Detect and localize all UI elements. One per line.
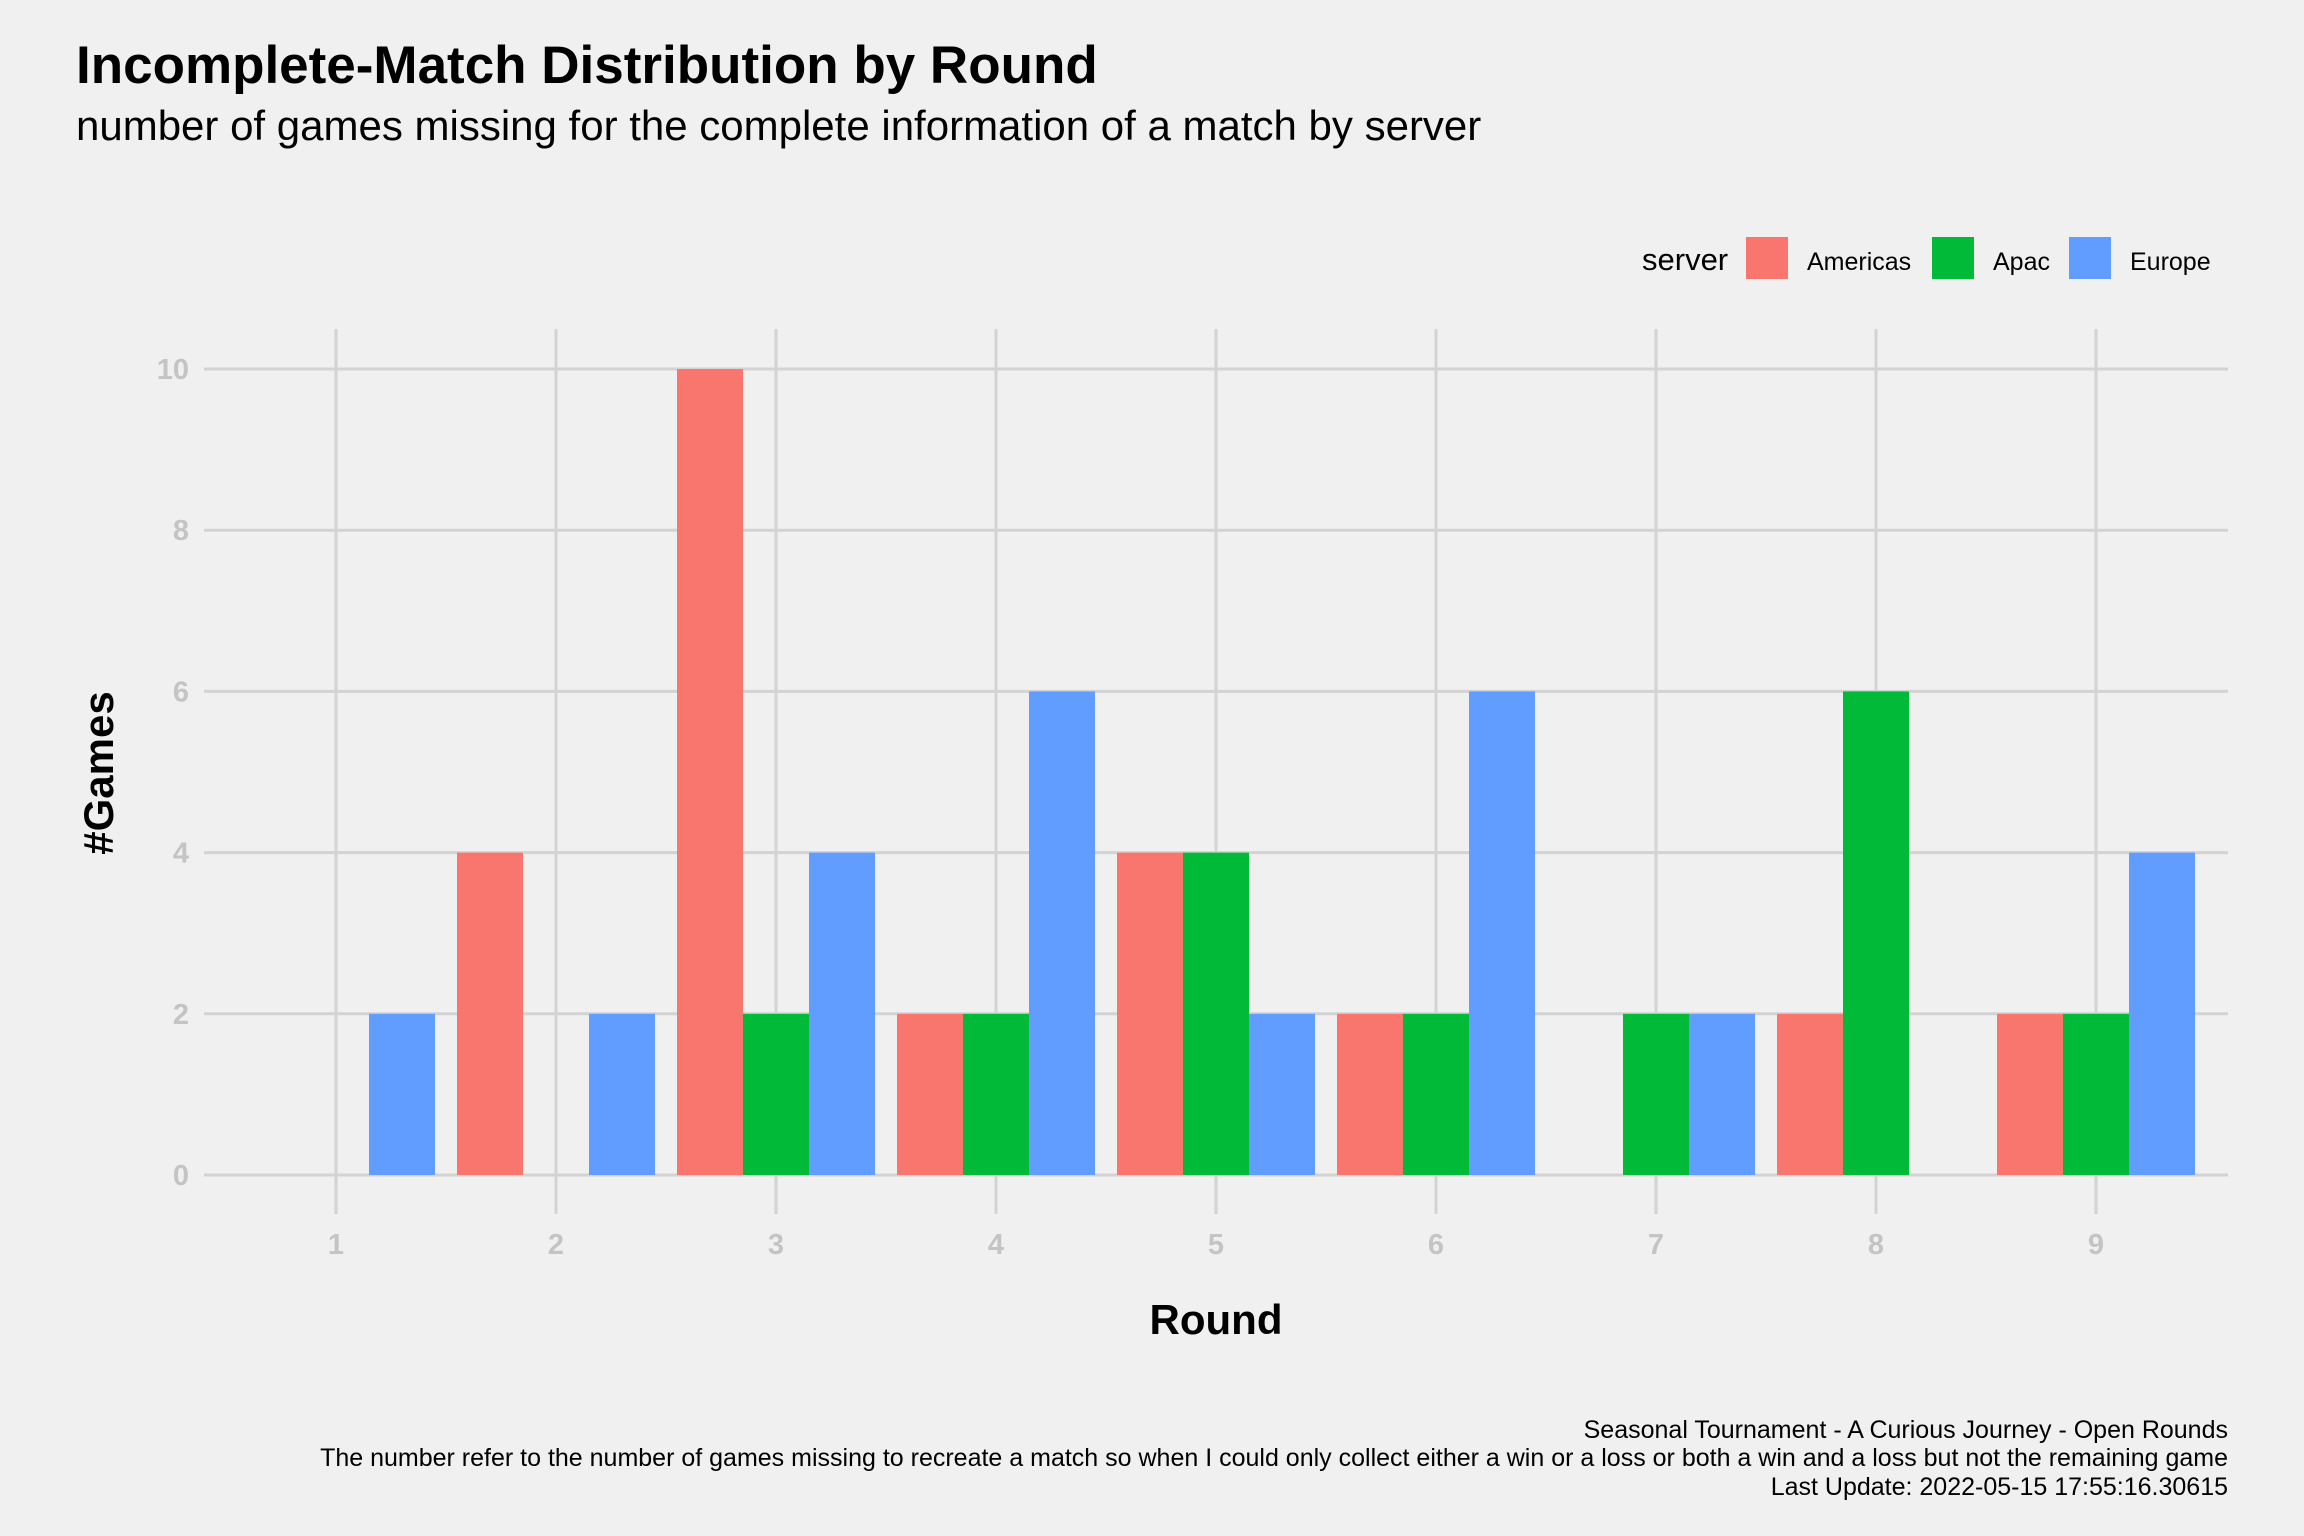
y-axis-title: #Games bbox=[75, 691, 122, 854]
chart-subtitle: number of games missing for the complete… bbox=[76, 102, 1481, 149]
y-tick-label: 0 bbox=[173, 1160, 189, 1192]
bar-chart: Incomplete-Match Distribution by Round n… bbox=[75, 36, 2228, 1501]
legend-swatch-europe bbox=[2069, 237, 2111, 279]
legend-label-europe: Europe bbox=[2130, 248, 2211, 276]
y-axis-ticks: 0 2 4 6 8 10 bbox=[157, 354, 189, 1192]
x-tick-label: 5 bbox=[1208, 1229, 1224, 1261]
x-tick-label: 4 bbox=[988, 1229, 1004, 1261]
bar-apac-round-8 bbox=[1843, 691, 1909, 1175]
caption-line-1: Seasonal Tournament - A Curious Journey … bbox=[1584, 1416, 2228, 1444]
x-tick-label: 1 bbox=[328, 1229, 344, 1261]
legend: server Americas Apac Europe bbox=[1642, 237, 2211, 279]
bar-americas-round-8 bbox=[1777, 1013, 1843, 1175]
x-tick-label: 9 bbox=[2088, 1229, 2104, 1261]
y-tick-label: 2 bbox=[173, 999, 189, 1031]
caption-line-2: The number refer to the number of games … bbox=[320, 1444, 2228, 1472]
x-tick-label: 3 bbox=[768, 1229, 784, 1261]
bar-americas-round-4 bbox=[897, 1013, 963, 1175]
bars bbox=[369, 369, 2195, 1175]
bar-apac-round-6 bbox=[1403, 1013, 1469, 1175]
caption-line-3: Last Update: 2022-05-15 17:55:16.30615 bbox=[1771, 1473, 2228, 1501]
x-axis-title: Round bbox=[1150, 1296, 1283, 1343]
bar-europe-round-6 bbox=[1469, 691, 1535, 1175]
legend-label-americas: Americas bbox=[1807, 248, 1911, 276]
y-tick-label: 10 bbox=[157, 354, 189, 386]
y-tick-label: 4 bbox=[173, 838, 189, 870]
x-tick-label: 6 bbox=[1428, 1229, 1444, 1261]
bar-europe-round-5 bbox=[1249, 1013, 1315, 1175]
bar-americas-round-9 bbox=[1997, 1013, 2063, 1175]
bar-apac-round-5 bbox=[1183, 852, 1249, 1175]
y-tick-label: 6 bbox=[173, 676, 189, 708]
caption: Seasonal Tournament - A Curious Journey … bbox=[320, 1416, 2228, 1501]
legend-title: server bbox=[1642, 242, 1728, 277]
bar-europe-round-9 bbox=[2129, 852, 2195, 1175]
bar-apac-round-7 bbox=[1623, 1013, 1689, 1175]
bar-europe-round-3 bbox=[809, 852, 875, 1175]
y-tick-label: 8 bbox=[173, 515, 189, 547]
bar-apac-round-3 bbox=[743, 1013, 809, 1175]
bar-americas-round-2 bbox=[457, 852, 523, 1175]
bar-europe-round-1 bbox=[369, 1013, 435, 1175]
x-tick-label: 7 bbox=[1648, 1229, 1664, 1261]
x-tick-label: 8 bbox=[1868, 1229, 1884, 1261]
bar-americas-round-5 bbox=[1117, 852, 1183, 1175]
legend-swatch-apac bbox=[1932, 237, 1974, 279]
x-tick-label: 2 bbox=[548, 1229, 564, 1261]
chart-title: Incomplete-Match Distribution by Round bbox=[76, 36, 1098, 95]
bar-europe-round-2 bbox=[589, 1013, 655, 1175]
legend-label-apac: Apac bbox=[1993, 248, 2050, 276]
bar-europe-round-4 bbox=[1029, 691, 1095, 1175]
bar-apac-round-9 bbox=[2063, 1013, 2129, 1175]
bar-americas-round-3 bbox=[677, 369, 743, 1175]
bar-americas-round-6 bbox=[1337, 1013, 1403, 1175]
bar-apac-round-4 bbox=[963, 1013, 1029, 1175]
bar-europe-round-7 bbox=[1689, 1013, 1755, 1175]
legend-swatch-americas bbox=[1746, 237, 1788, 279]
x-axis-ticks: 1 2 3 4 5 6 7 8 9 bbox=[328, 1229, 2104, 1261]
